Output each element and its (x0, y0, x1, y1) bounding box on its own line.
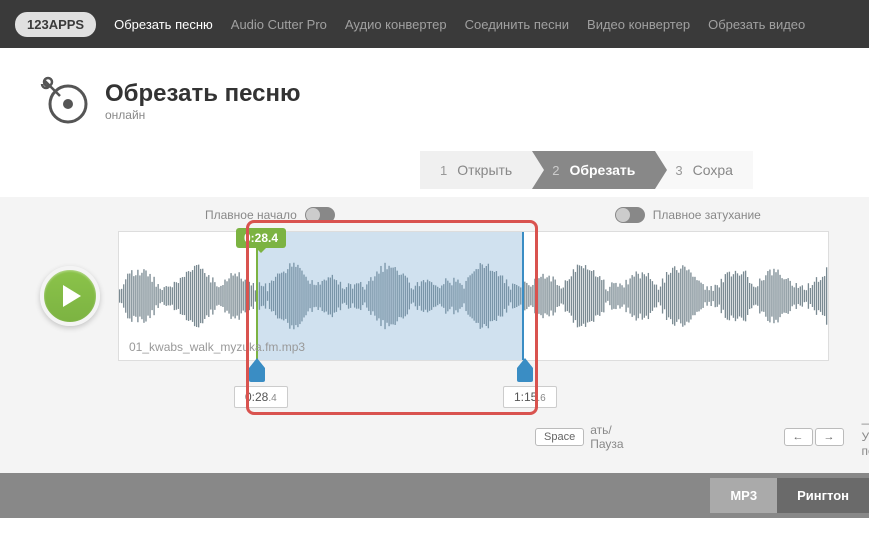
start-time-label[interactable]: 0:28.4 (234, 386, 288, 408)
page-subtitle: онлайн (105, 108, 301, 122)
top-nav: 123APPS Обрезать песню Audio Cutter Pro … (0, 0, 869, 48)
fade-in-control: Плавное начало (205, 207, 335, 223)
play-icon (63, 285, 81, 307)
fade-in-label: Плавное начало (205, 208, 297, 222)
fade-out-label: Плавное затухание (653, 208, 761, 222)
space-hint: Space ать/Пауза (535, 423, 624, 451)
nav-audio-converter[interactable]: Аудио конвертер (345, 17, 447, 32)
step-save[interactable]: 3 Сохра (655, 151, 753, 189)
start-tooltip: 0:28.4 (236, 228, 286, 248)
scissors-disc-icon (40, 76, 90, 126)
start-handle[interactable] (247, 358, 267, 382)
fade-controls: Плавное начало Плавное затухание (40, 207, 829, 223)
format-ringtone-button[interactable]: Рингтон (777, 478, 869, 513)
steps-bar: 1 Открыть 2 Обрезать 3 Сохра (420, 151, 869, 189)
play-button[interactable] (40, 266, 100, 326)
nav-video-converter[interactable]: Видео конвертер (587, 17, 690, 32)
space-key-icon: Space (535, 428, 584, 446)
nav-join-songs[interactable]: Соединить песни (465, 17, 569, 32)
end-time-label[interactable]: 1:15.6 (503, 386, 557, 408)
logo[interactable]: 123APPS (15, 12, 96, 37)
fade-in-toggle[interactable] (305, 207, 335, 223)
arrow-left-icon: ← (784, 428, 813, 446)
filename-label: 01_kwabs_walk_myzuka.fm.mp3 (129, 340, 305, 354)
editor-panel: Плавное начало Плавное затухание 0:28.4 (0, 197, 869, 473)
step-cut[interactable]: 2 Обрезать (532, 151, 655, 189)
end-handle[interactable] (515, 358, 535, 382)
waveform-container[interactable]: 0:28.4 0:28.4 1:15.6 01_kwabs_walk_myzuk… (118, 231, 829, 361)
fade-out-control: Плавное затухание (615, 207, 761, 223)
title-section: Обрезать песню онлайн (0, 48, 869, 146)
arrow-right-icon: → (815, 428, 844, 446)
format-mp3-button[interactable]: MP3 (710, 478, 777, 513)
step-open[interactable]: 1 Открыть (420, 151, 532, 189)
editor-row: 0:28.4 0:28.4 1:15.6 01_kwabs_walk_myzuk… (40, 231, 829, 361)
format-bar: MP3 Рингтон (0, 473, 869, 518)
arrow-keys-hint: ← → (784, 428, 844, 446)
fade-out-toggle[interactable] (615, 207, 645, 223)
page-title: Обрезать песню (105, 80, 301, 108)
keyboard-hints: Space ать/Пауза ← → — Указатели позиц (40, 361, 829, 473)
nav-cutter-pro[interactable]: Audio Cutter Pro (231, 17, 327, 32)
nav-cut-video[interactable]: Обрезать видео (708, 17, 805, 32)
pointer-hint-text: — Указатели позиц (862, 416, 869, 458)
title-text: Обрезать песню онлайн (105, 80, 301, 122)
nav-cut-song[interactable]: Обрезать песню (114, 17, 213, 32)
